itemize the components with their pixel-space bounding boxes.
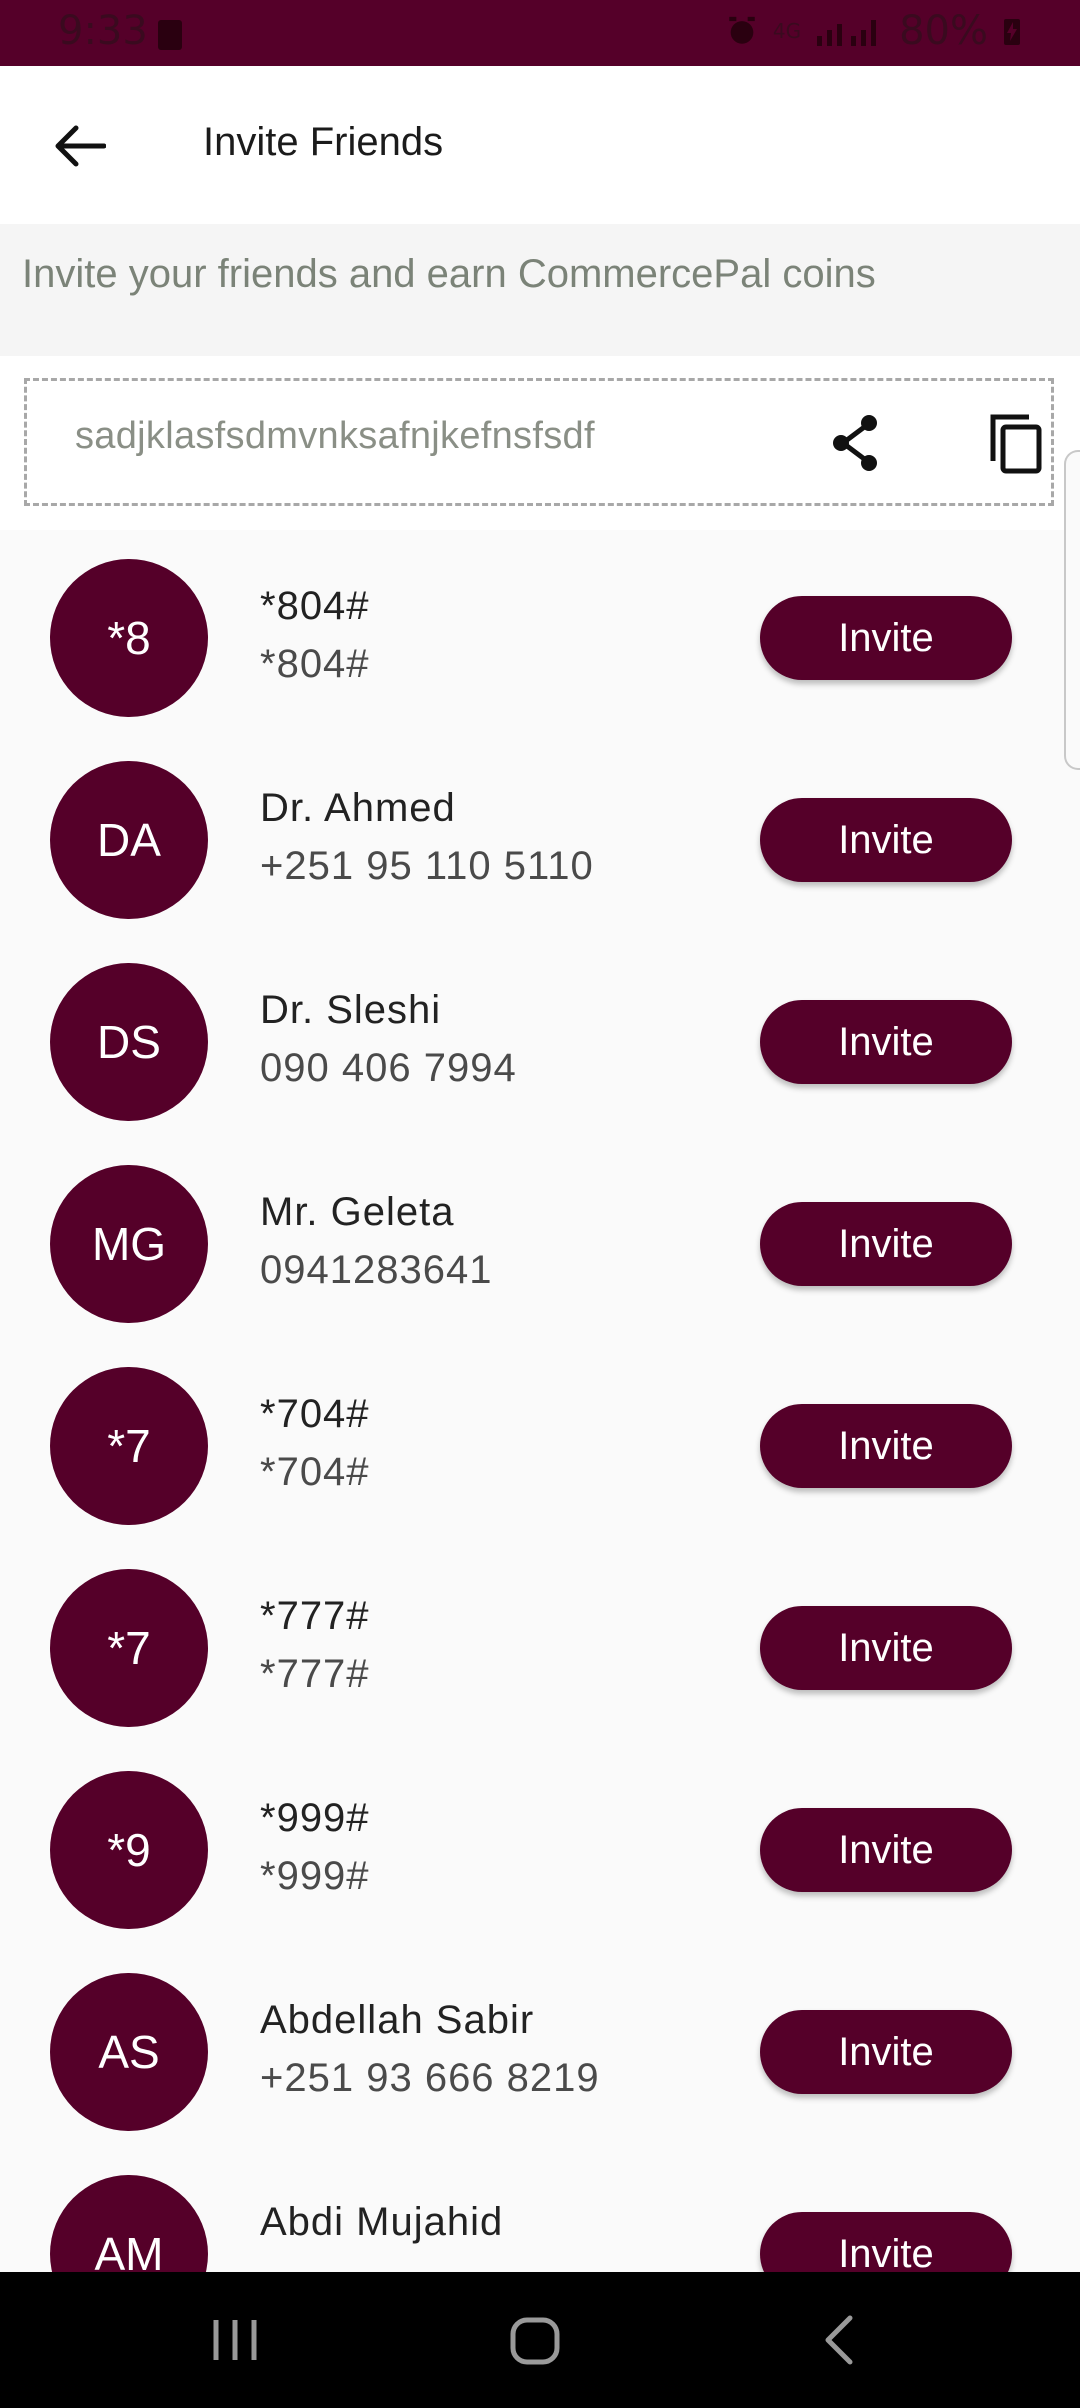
avatar: *9 [50,1771,208,1929]
contact-phone: *804# [260,642,370,686]
share-button[interactable] [817,403,897,483]
contact-row: DS Dr. Sleshi 090 406 7994 Invite [0,934,1080,1136]
referral-code-area: sadjklasfsdmvnksafnjkefnsfsdf [0,356,1080,530]
avatar: *8 [50,559,208,717]
contact-row: AM Abdi Mujahid Invite [0,2146,1080,2272]
contact-row: MG Mr. Geleta 0941283641 Invite [0,1136,1080,1338]
avatar: DA [50,761,208,919]
subtitle-band: Invite your friends and earn CommercePal… [0,224,1080,356]
contact-name: *777# [260,1594,370,1638]
battery-charging-icon [1004,19,1020,45]
invite-button[interactable]: Invite [760,1606,1012,1690]
contact-row: DA Dr. Ahmed +251 95 110 5110 Invite [0,732,1080,934]
contact-name: *804# [260,584,370,628]
avatar: AS [50,1973,208,2131]
contact-phone: *704# [260,1450,370,1494]
contact-phone: +251 95 110 5110 [260,844,594,888]
back-button[interactable] [40,106,120,186]
invite-button[interactable]: Invite [760,2212,1012,2272]
contact-name: *999# [260,1796,370,1840]
status-bar: 9:33 4G 80% [0,0,1080,66]
system-nav-bar [0,2272,1080,2408]
invite-button[interactable]: Invite [760,1808,1012,1892]
home-icon [510,2317,560,2365]
invite-button[interactable]: Invite [760,1000,1012,1084]
arrow-left-icon [55,125,106,167]
nav-back-button[interactable] [800,2304,880,2376]
signal-icon [817,20,877,46]
network-label: 4G [772,19,802,43]
contact-phone: 0941283641 [260,1248,493,1292]
invite-button[interactable]: Invite [760,1404,1012,1488]
avatar: *7 [50,1569,208,1727]
contact-row: *8 *804# *804# Invite [0,530,1080,732]
contact-phone: *999# [260,1854,370,1898]
page-title: Invite Friends [203,120,444,164]
contact-name: Abdellah Sabir [260,1998,535,2042]
contact-row: *7 *777# *777# Invite [0,1540,1080,1742]
invite-button[interactable]: Invite [760,596,1012,680]
battery-percent: 80% [899,8,988,54]
share-icon [833,415,877,471]
contact-row: AS Abdellah Sabir +251 93 666 8219 Invit… [0,1944,1080,2146]
notification-icon [158,20,182,50]
status-indicators: 4G 80% [725,8,1022,54]
recents-icon [213,2320,257,2360]
invite-button[interactable]: Invite [760,2010,1012,2094]
status-time: 9:33 [58,8,148,54]
app-bar: Invite Friends [0,66,1080,224]
copy-icon [990,414,1042,474]
contact-phone: *777# [260,1652,370,1696]
invite-button[interactable]: Invite [760,798,1012,882]
contact-list: *8 *804# *804# Invite DA Dr. Ahmed +251 … [0,530,1080,2272]
contact-name: *704# [260,1392,370,1436]
contact-row: *9 *999# *999# Invite [0,1742,1080,1944]
invite-button[interactable]: Invite [760,1202,1012,1286]
chevron-left-icon [825,2315,853,2365]
invite-subtitle: Invite your friends and earn CommercePal… [22,252,876,296]
alarm-icon [729,16,755,44]
contact-phone: +251 93 666 8219 [260,2056,600,2100]
avatar: *7 [50,1367,208,1525]
recents-button[interactable] [190,2310,280,2370]
contact-name: Dr. Ahmed [260,786,456,830]
referral-code-box: sadjklasfsdmvnksafnjkefnsfsdf [24,378,1054,506]
copy-button[interactable] [979,403,1059,483]
contact-phone: 090 406 7994 [260,1046,517,1090]
avatar: MG [50,1165,208,1323]
home-button[interactable] [495,2304,575,2376]
contact-name: Mr. Geleta [260,1190,455,1234]
contact-row: *7 *704# *704# Invite [0,1338,1080,1540]
avatar: DS [50,963,208,1121]
referral-code[interactable]: sadjklasfsdmvnksafnjkefnsfsdf [75,415,595,458]
contact-name: Abdi Mujahid [260,2200,504,2244]
avatar: AM [50,2175,208,2272]
contact-name: Dr. Sleshi [260,988,442,1032]
